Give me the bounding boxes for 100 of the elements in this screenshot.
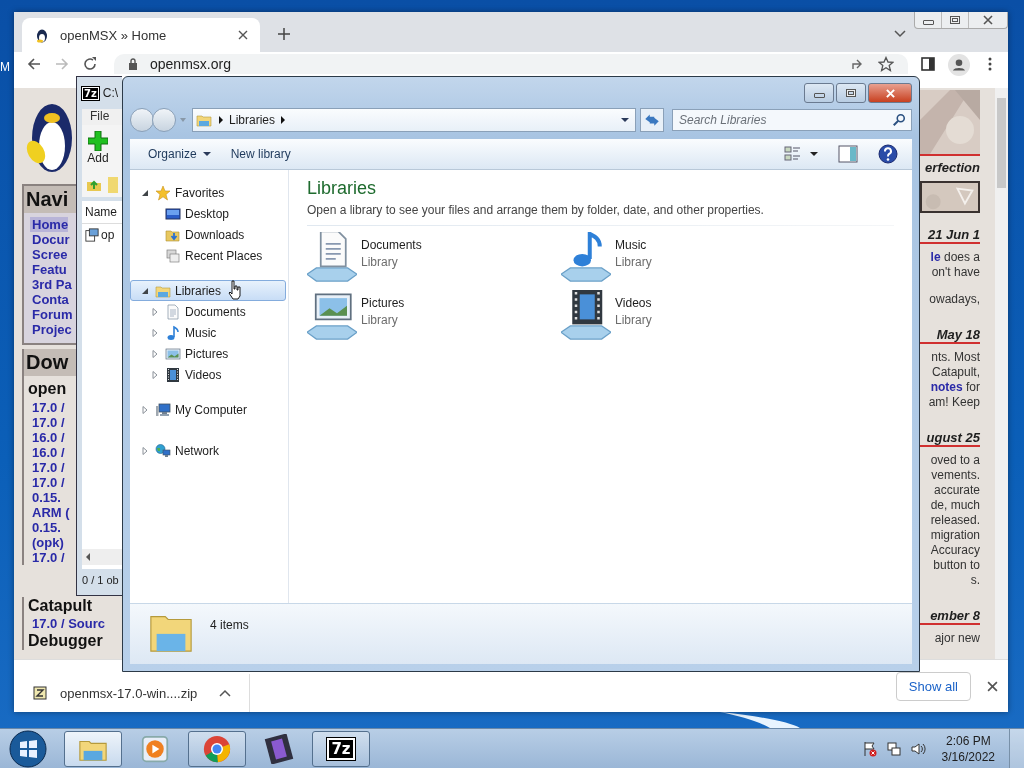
side-panel-icon[interactable]: [920, 56, 936, 72]
expander-icon[interactable]: [141, 188, 149, 197]
film-strip-icon: [561, 290, 611, 340]
clock[interactable]: 2:06 PM 3/16/2022: [941, 733, 995, 765]
section-heading: Navi: [24, 186, 76, 213]
profile-icon[interactable]: [948, 54, 970, 76]
start-button[interactable]: [6, 729, 50, 768]
lock-icon: [128, 58, 138, 70]
show-all-button[interactable]: Show all: [895, 671, 971, 701]
flag-icon[interactable]: [861, 741, 878, 757]
nav-link[interactable]: Home: [30, 217, 69, 232]
back-icon[interactable]: [26, 56, 42, 72]
nav-link[interactable]: Projec: [30, 322, 72, 337]
scroll-thumb[interactable]: [997, 98, 1006, 188]
news-text: nts. Most Catapult, notes for am! Keep: [927, 350, 980, 410]
browser-tab[interactable]: openMSX » Home: [22, 18, 260, 52]
download-link[interactable]: 16.0 /: [24, 430, 65, 445]
news-text: oved to a vements. accurate de, much released. migration Accuracy button to s.: [929, 453, 980, 588]
download-link[interactable]: 0.15.: [24, 490, 61, 505]
command-button[interactable]: New library: [230, 147, 291, 161]
command-button[interactable]: Organize: [148, 147, 211, 161]
library-item[interactable]: Documents Library: [307, 232, 561, 282]
tree-item[interactable]: Documents: [130, 301, 286, 322]
left-arrow-icon[interactable]: [86, 553, 90, 561]
star-icon[interactable]: [878, 56, 894, 72]
nav-link[interactable]: Docur: [30, 232, 70, 247]
tree-item[interactable]: Music: [130, 322, 286, 343]
nav-link[interactable]: Conta: [30, 292, 69, 307]
nav-link[interactable]: Featu: [30, 262, 67, 277]
library-item[interactable]: Pictures Library: [307, 290, 561, 340]
section-heading: Dow: [24, 349, 76, 376]
nav-link[interactable]: 3rd Pa: [30, 277, 72, 292]
caret-icon[interactable]: [219, 116, 223, 124]
search-field[interactable]: Search Libraries: [672, 109, 912, 131]
music-note-icon: [165, 324, 181, 341]
download-link[interactable]: 17.0 /: [24, 400, 65, 415]
media-player-icon: [141, 735, 169, 763]
new-tab-icon[interactable]: [278, 28, 290, 40]
tree-item[interactable]: Pictures: [130, 343, 286, 364]
computer-icon: [155, 401, 171, 418]
tree-item[interactable]: Downloads: [130, 224, 286, 245]
view-options-button[interactable]: [784, 146, 818, 162]
download-link[interactable]: 17.0 /: [24, 415, 65, 430]
download-link[interactable]: 0.15.: [24, 520, 61, 535]
download-link[interactable]: ARM (: [24, 505, 70, 520]
address-bar[interactable]: openmsx.org: [114, 54, 908, 74]
banner-text: erfection: [924, 160, 980, 175]
network-icon[interactable]: [885, 741, 902, 757]
close-icon[interactable]: [987, 680, 998, 692]
search-icon[interactable]: [892, 113, 906, 127]
tree-item[interactable]: Network: [130, 440, 286, 461]
news-text: le does a on't have: [929, 250, 980, 280]
tree-item[interactable]: Recent Places: [130, 245, 286, 266]
expander-icon[interactable]: [141, 286, 149, 295]
tab-title: openMSX » Home: [60, 27, 168, 43]
volume-icon[interactable]: [909, 741, 926, 757]
breadcrumb-item[interactable]: Libraries: [229, 113, 276, 127]
nav-link[interactable]: Scree: [30, 247, 68, 262]
maximize-icon: [846, 89, 856, 97]
tree-item[interactable]: Libraries: [130, 280, 286, 301]
download-link[interactable]: 16.0 /: [24, 445, 65, 460]
download-link[interactable]: 17.0 / Sourc: [24, 616, 105, 631]
tree-item[interactable]: Videos: [130, 364, 286, 385]
download-link[interactable]: (opk): [24, 535, 64, 550]
help-icon[interactable]: [878, 144, 898, 164]
chevron-down-icon[interactable]: [894, 30, 906, 38]
reload-icon[interactable]: [82, 56, 98, 72]
download-item[interactable]: openmsx-17.0-win....zip: [14, 674, 250, 712]
description-text: Open a library to see your files and arrange them by folder, date, and other properties.: [307, 203, 765, 217]
news-text: ajor new: [933, 631, 980, 646]
scrollbar[interactable]: [995, 88, 1008, 659]
file-row[interactable]: op: [82, 224, 122, 242]
url-text: openmsx.org: [150, 56, 231, 72]
taskbar-button[interactable]: 7z: [312, 731, 370, 767]
document-icon: [307, 232, 357, 282]
desktop-icon-label[interactable]: M: [0, 60, 10, 74]
taskbar-button[interactable]: [64, 731, 122, 767]
caret-icon[interactable]: [281, 116, 286, 124]
caret-icon[interactable]: [621, 118, 629, 122]
close-button[interactable]: [868, 83, 912, 103]
download-link[interactable]: 17.0 /: [24, 550, 65, 565]
close-icon[interactable]: [238, 30, 248, 40]
preview-pane-icon[interactable]: [838, 144, 858, 164]
library-item[interactable]: Music Library: [561, 232, 815, 282]
scrollbar[interactable]: [82, 549, 122, 565]
library-item[interactable]: Videos Library: [561, 290, 815, 340]
address-bar[interactable]: Libraries: [192, 108, 636, 132]
nav-link[interactable]: Forum: [30, 307, 73, 322]
minimize-button[interactable]: [804, 83, 834, 103]
tree-item[interactable]: Favorites: [130, 182, 286, 203]
close-icon: [982, 15, 994, 25]
refresh-icon[interactable]: [640, 108, 664, 132]
taskbar-button[interactable]: [188, 731, 246, 767]
file-icon: [85, 228, 99, 242]
tree-item[interactable]: Desktop: [130, 203, 286, 224]
download-link[interactable]: 17.0 /: [24, 460, 65, 475]
maximize-button[interactable]: [836, 83, 866, 103]
desktop-icon: [165, 205, 181, 222]
download-link[interactable]: 17.0 /: [24, 475, 65, 490]
tree-item[interactable]: My Computer: [130, 399, 286, 420]
